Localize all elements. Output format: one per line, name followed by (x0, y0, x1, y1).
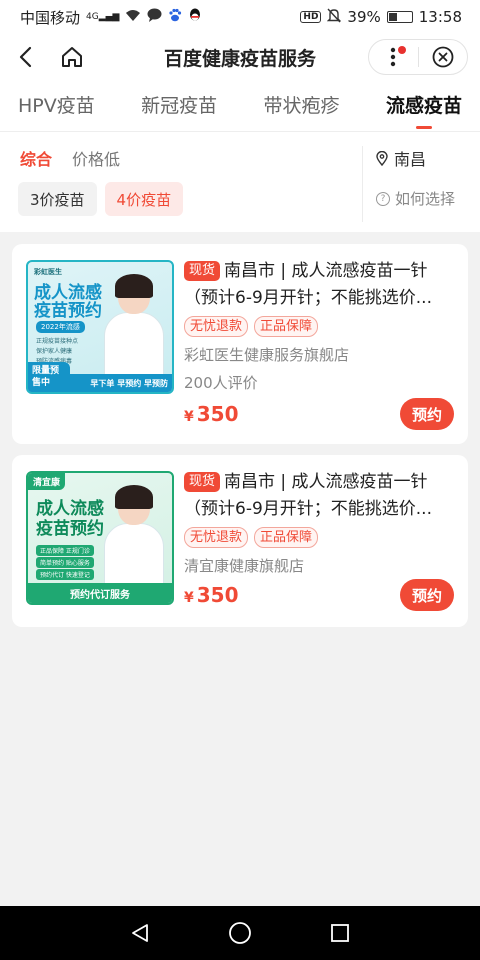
book-button[interactable]: 预约 (400, 579, 454, 611)
chip-trivalent[interactable]: 3价疫苗 (18, 182, 97, 216)
image-bullet: 保护家人健康 (36, 348, 73, 355)
hd-icon: HD (300, 11, 322, 23)
nav-home-icon[interactable] (228, 921, 252, 945)
tab-label: 流感疫苗 (385, 94, 462, 117)
currency-symbol: ¥ (184, 409, 194, 425)
back-arrow-icon (19, 46, 32, 68)
home-icon (62, 47, 82, 67)
sort-price-low[interactable]: 价格低 (72, 146, 120, 170)
tab-hpv[interactable]: HPV疫苗 (18, 80, 95, 132)
carrier-label: 中国移动 (20, 8, 81, 27)
price-value: 350 (196, 402, 239, 426)
shop-name: 清宜康健康旗舰店 (184, 557, 305, 575)
title-line-1: 南昌市 | 成人流感疫苗一针 (224, 261, 428, 281)
book-button[interactable]: 预约 (400, 398, 454, 430)
status-bar: 中国移动 4G▂▄▆ HD 39% 13:58 (0, 0, 480, 34)
image-bullet: 正品保障 正规门诊 (36, 545, 94, 556)
close-circle-icon (432, 46, 454, 68)
more-button[interactable] (369, 40, 418, 74)
wifi-icon (125, 9, 141, 26)
product-title: 现货 南昌市 | 成人流感疫苗一针 (184, 258, 452, 285)
close-button[interactable] (419, 40, 468, 74)
image-headline: 成人流感疫苗预约 (34, 283, 102, 321)
image-corner-tag: 限量预售中 (28, 362, 70, 392)
how-to-choose-link[interactable]: ? 如何选择 (376, 188, 455, 209)
product-card[interactable]: 清宜康 成人流感疫苗预约 正品保障 正规门诊 简单预约 贴心服务 预约代订 快速… (12, 455, 468, 627)
currency-symbol: ¥ (184, 590, 194, 606)
message-icon (147, 8, 162, 26)
image-year: 2022年流感 (36, 321, 85, 333)
price: ¥350 (184, 402, 239, 426)
how-to-choose-label: 如何选择 (395, 190, 456, 208)
mini-program-capsule (368, 39, 468, 75)
sort-comprehensive[interactable]: 综合 (20, 146, 52, 170)
product-info: 现货 南昌市 | 成人流感疫苗一针 （预计6-9月开针；不能挑选价... 无忧退款… (184, 258, 452, 393)
title-bar: 百度健康疫苗服务 (0, 34, 480, 80)
image-band: 预约代订服务 (28, 583, 172, 603)
product-image: 清宜康 成人流感疫苗预约 正品保障 正规门诊 简单预约 贴心服务 预约代订 快速… (26, 471, 174, 605)
battery-fill (388, 13, 398, 21)
product-title: 现货 南昌市 | 成人流感疫苗一针 (184, 469, 452, 496)
tab-label: 带状疱疹 (263, 94, 340, 117)
service-badges: 无忧退款 正品保障 (184, 316, 452, 337)
tab-shingles[interactable]: 带状疱疹 (264, 80, 340, 132)
nav-recents-icon[interactable] (329, 922, 351, 944)
shop-name: 彩虹医生健康服务旗舰店 (184, 346, 350, 364)
in-stock-tag: 现货 (184, 472, 221, 492)
location-label: 南昌 (394, 150, 427, 169)
home-button[interactable] (52, 34, 92, 80)
image-bullet: 预约代订 快速登记 (36, 569, 94, 580)
more-dots-icon (391, 47, 396, 67)
title-line-1: 南昌市 | 成人流感疫苗一针 (224, 472, 428, 492)
active-tab-indicator (415, 125, 432, 129)
notification-dot (397, 46, 406, 54)
location-pin-icon (376, 150, 388, 166)
nurse-illustration (104, 485, 164, 597)
refund-badge: 无忧退款 (184, 316, 249, 337)
title-line-2: （预计6-9月开针；不能挑选价... (184, 288, 432, 308)
tab-flu[interactable]: 流感疫苗 (386, 80, 462, 132)
valence-chips: 3价疫苗 4价疫苗 (18, 182, 184, 216)
price: ¥350 (184, 583, 239, 607)
refund-badge: 无忧退款 (184, 527, 249, 548)
mute-bell-icon (327, 8, 342, 27)
in-stock-tag: 现货 (184, 261, 221, 281)
product-card[interactable]: 彩虹医生 成人流感疫苗预约 2022年流感 正规疫苗接种点 保护家人健康 预防流… (12, 244, 468, 444)
back-button[interactable] (0, 34, 52, 80)
baidu-icon (168, 8, 182, 26)
title-line-2: （预计6-9月开针；不能挑选价... (184, 499, 432, 519)
signal-icon: 4G▂▄▆ (86, 12, 120, 22)
battery-icon (386, 11, 413, 23)
chip-quadrivalent[interactable]: 4价疫苗 (104, 182, 184, 216)
nav-back-icon[interactable] (129, 922, 151, 944)
filter-panel: 综合 价格低 南昌 3价疫苗 4价疫苗 ? 如何选择 (0, 132, 480, 232)
doctor-illustration (104, 274, 164, 386)
vaccine-tabs: HPV疫苗 新冠疫苗 带状疱疹 流感疫苗 (0, 80, 480, 132)
price-value: 350 (196, 583, 239, 607)
battery-percent: 39% (347, 8, 381, 26)
clock: 13:58 (418, 8, 462, 26)
service-badges: 无忧退款 正品保障 (184, 527, 452, 548)
location-selector[interactable]: 南昌 (376, 146, 426, 170)
tab-label: 新冠疫苗 (141, 94, 218, 117)
sort-options: 综合 价格低 (20, 146, 120, 170)
product-image: 彩虹医生 成人流感疫苗预约 2022年流感 正规疫苗接种点 保护家人健康 预防流… (26, 260, 174, 394)
image-logo: 清宜康 (28, 473, 66, 490)
image-headline: 成人流感疫苗预约 (36, 499, 104, 539)
system-nav-bar (0, 906, 480, 960)
image-bullet: 正规疫苗接种点 (36, 338, 79, 345)
tab-label: HPV疫苗 (18, 94, 95, 117)
help-icon: ? (376, 191, 390, 206)
qq-icon (188, 8, 202, 27)
product-info: 现货 南昌市 | 成人流感疫苗一针 （预计6-9月开针；不能挑选价... 无忧退款… (184, 469, 452, 576)
image-logo: 彩虹医生 (34, 268, 62, 276)
filter-divider (362, 146, 363, 222)
review-count: 200人评价 (184, 374, 258, 392)
tab-covid[interactable]: 新冠疫苗 (141, 80, 217, 132)
authentic-badge: 正品保障 (254, 527, 319, 548)
network-label: 4G (86, 12, 99, 22)
image-bullet: 简单预约 贴心服务 (36, 557, 94, 568)
authentic-badge: 正品保障 (254, 316, 319, 337)
